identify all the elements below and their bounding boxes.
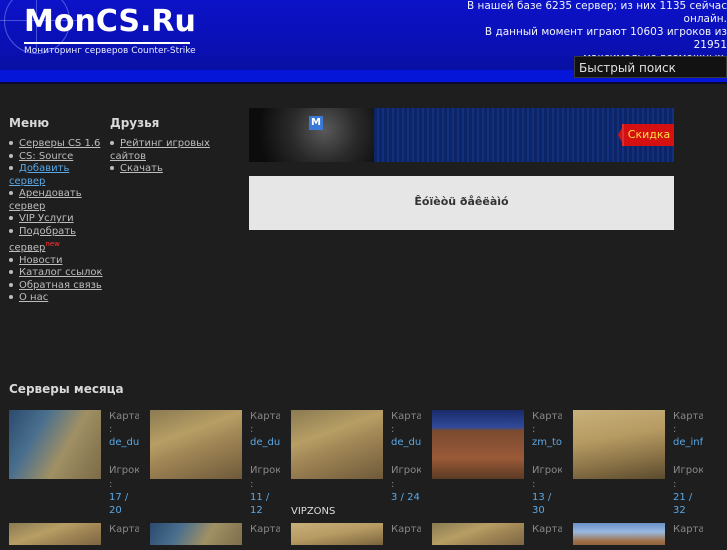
map-thumbnail[interactable] [432,410,524,479]
sale-badge[interactable]: Скидка [622,124,674,146]
friends-item-download[interactable]: Скачать [110,163,230,176]
server-card[interactable]: Карта [9,523,150,545]
menu-item-pick-server[interactable]: Подобрать серверnew [9,226,104,255]
new-badge: new [45,240,60,248]
site-header: MonCS.Ru Мониторинг серверов Counter-Str… [0,0,727,82]
menu-item-cs-source[interactable]: CS: Source [9,151,104,164]
map-thumbnail[interactable] [150,523,242,545]
map-thumbnail[interactable] [291,523,383,545]
menu-item-news[interactable]: Новости [9,255,104,268]
menu-item-about[interactable]: О нас [9,292,104,305]
server-card[interactable]: Карта [150,523,291,545]
map-thumbnail[interactable] [573,410,665,479]
server-card[interactable]: Карта [432,523,573,545]
menu-item-catalog[interactable]: Каталог ссылок [9,267,104,280]
ad-box[interactable]: Êóïèòü ðåêëàìó [249,176,674,230]
brand-logo-icon: M [309,116,323,130]
site-tagline: Мониторинг серверов Counter-Strike [24,46,196,56]
menu-item-feedback[interactable]: Обратная связь [9,280,104,293]
friends-item-rating[interactable]: Рейтинг игровых сайтов [110,138,230,163]
menu-column: Меню Серверы CS 1.6 CS: Source Добавить … [9,116,104,305]
menu-item-vip[interactable]: VIP Услуги [9,213,104,226]
server-name[interactable]: VIPZONS [291,506,335,517]
site-logo[interactable]: MonCS.Ru [24,4,196,39]
friends-column: Друзья Рейтинг игровых сайтов Скачать [110,116,230,176]
server-card[interactable]: Карта [291,523,432,545]
map-thumbnail[interactable] [291,410,383,479]
menu-item-add-server[interactable]: Добавить сервер [9,163,104,188]
menu-title: Меню [9,116,50,130]
promo-banner[interactable]: M Скидка [249,108,674,162]
quick-search-input[interactable]: Быстрый поиск [574,56,727,78]
friends-title: Друзья [110,116,160,130]
server-card[interactable]: Карта [573,523,703,545]
servers-month-title: Серверы месяца [9,382,124,396]
menu-item-rent-server[interactable]: Арендовать сервер [9,188,104,213]
map-thumbnail[interactable] [9,523,101,545]
map-thumbnail[interactable] [9,410,101,479]
map-thumbnail[interactable] [573,523,665,545]
map-thumbnail[interactable] [432,523,524,545]
map-thumbnail[interactable] [150,410,242,479]
menu-item-servers-cs16[interactable]: Серверы CS 1.6 [9,138,104,151]
